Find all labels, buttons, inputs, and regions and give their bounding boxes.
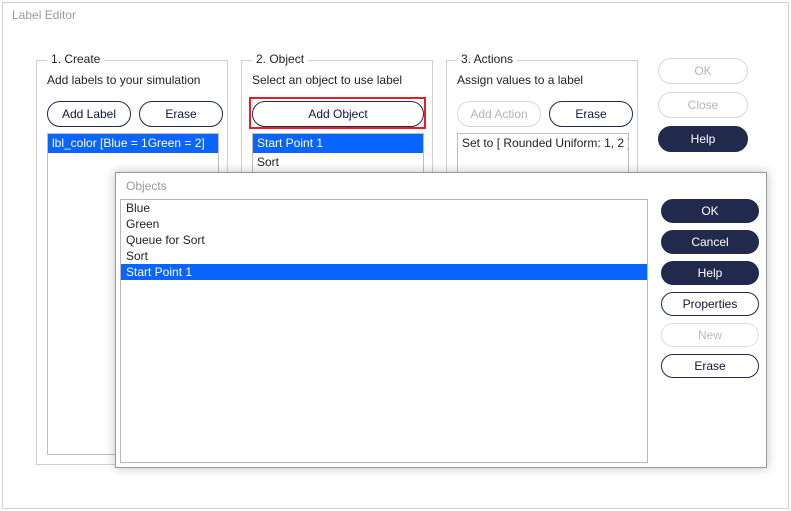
objects-properties-button[interactable]: Properties — [661, 292, 759, 316]
list-item[interactable]: Queue for Sort — [121, 232, 647, 248]
window-title: Label Editor — [12, 8, 76, 22]
main-help-button[interactable]: Help — [658, 126, 748, 152]
add-label-button[interactable]: Add Label — [47, 101, 131, 127]
objects-cancel-button[interactable]: Cancel — [661, 230, 759, 254]
actions-erase-button[interactable]: Erase — [549, 101, 633, 127]
list-item[interactable]: Sort — [121, 248, 647, 264]
add-action-button: Add Action — [457, 101, 541, 127]
list-item[interactable]: Set to [ Rounded Uniform: 1, 2 ] — [458, 134, 628, 153]
list-item[interactable]: Green — [121, 216, 647, 232]
main-ok-button: OK — [658, 58, 748, 84]
create-group-title: 1. Create — [47, 52, 104, 66]
actions-group-title: 3. Actions — [457, 52, 517, 66]
objects-erase-button[interactable]: Erase — [661, 354, 759, 378]
objects-ok-button[interactable]: OK — [661, 199, 759, 223]
objects-dialog-listbox[interactable]: BlueGreenQueue for SortSortStart Point 1 — [120, 199, 648, 463]
object-group-title: 2. Object — [252, 52, 308, 66]
list-item[interactable]: Start Point 1 — [253, 134, 423, 153]
object-subtitle: Select an object to use label — [252, 73, 402, 87]
add-object-button[interactable]: Add Object — [252, 101, 424, 127]
objects-dialog: Objects BlueGreenQueue for SortSortStart… — [115, 172, 767, 468]
list-item[interactable]: Start Point 1 — [121, 264, 647, 280]
right-button-stack: OK Close Help — [658, 58, 768, 160]
objects-dialog-title: Objects — [126, 179, 167, 193]
create-subtitle: Add labels to your simulation — [47, 73, 200, 87]
actions-subtitle: Assign values to a label — [457, 73, 583, 87]
create-erase-button[interactable]: Erase — [139, 101, 223, 127]
main-close-button: Close — [658, 92, 748, 118]
list-item[interactable]: Sort — [253, 153, 423, 172]
objects-new-button: New — [661, 323, 759, 347]
objects-help-button[interactable]: Help — [661, 261, 759, 285]
objects-dialog-buttons: OK Cancel Help Properties New Erase — [661, 199, 759, 378]
list-item[interactable]: lbl_color [Blue = 1Green = 2] — [48, 134, 218, 153]
list-item[interactable]: Blue — [121, 200, 647, 216]
